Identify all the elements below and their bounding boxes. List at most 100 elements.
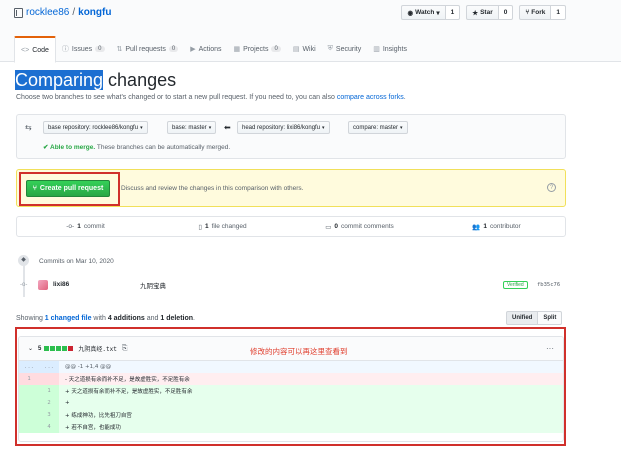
stat-contributors[interactable]: 👥 1 contributor <box>428 217 565 236</box>
tab-actions[interactable]: ▶ Actions <box>184 36 227 62</box>
page-title-rest: changes <box>103 70 177 90</box>
eye-icon: ◉ <box>407 9 414 17</box>
graph-icon: ▥ <box>373 46 380 53</box>
star-label: Star <box>480 9 493 16</box>
verified-badge[interactable]: Verified <box>503 280 528 289</box>
tab-count-badge: 0 <box>95 46 105 52</box>
people-icon: 👥 <box>472 223 481 231</box>
arrow-left-icon: ⬅ <box>224 123 231 132</box>
summary-deletions: 1 deletion <box>160 315 194 322</box>
summary-prefix: Showing <box>16 315 45 322</box>
tab-issues[interactable]: ⓘ Issues 0 <box>56 36 111 62</box>
tab-label: Security <box>335 45 362 53</box>
stat-label: commit <box>83 223 105 230</box>
split-view-button[interactable]: Split <box>538 311 563 325</box>
unified-view-button[interactable]: Unified <box>506 311 539 325</box>
shield-icon: ⛨ <box>327 45 333 52</box>
tab-label: Wiki <box>302 45 316 53</box>
tab-label: Projects <box>243 45 269 53</box>
git-commit-icon: ◆ <box>18 255 29 266</box>
compare-icon: ⇆ <box>25 123 32 132</box>
avatar[interactable] <box>38 279 48 290</box>
tab-insights[interactable]: ▥ Insights <box>367 36 413 62</box>
repo-icon <box>14 7 23 18</box>
summary-additions: 4 additions <box>107 315 145 322</box>
stat-files[interactable]: ▯ 1 file changed <box>154 217 291 236</box>
fork-button[interactable]: ⑂ Fork <box>519 5 552 20</box>
stat-count: 1 <box>483 223 487 230</box>
tab-code[interactable]: <> Code <box>14 36 56 63</box>
stat-commits[interactable]: -o- 1 commit <box>17 217 154 236</box>
commit-message[interactable]: 九阴宝典 <box>140 280 166 290</box>
page-subtitle: Choose two branches to see what's change… <box>16 94 406 101</box>
stat-label: contributor <box>490 223 521 230</box>
commit-sha[interactable]: fb35c76 <box>537 282 560 288</box>
star-count[interactable]: 0 <box>498 5 514 20</box>
watch-label: Watch <box>415 9 435 16</box>
repo-owner-link[interactable]: rocklee86 <box>26 7 69 18</box>
tab-projects[interactable]: ▦ Projects 0 <box>228 36 287 62</box>
commit-date: Commits on Mar 10, 2020 <box>39 258 114 265</box>
fork-count[interactable]: 1 <box>551 5 566 20</box>
summary-mid1: with <box>91 315 108 322</box>
subtitle-end: . <box>403 94 406 101</box>
merge-status: ✔ Able to merge. These branches can be a… <box>43 143 230 151</box>
subtitle-text: Choose two branches to see what's change… <box>16 94 337 101</box>
tab-security[interactable]: ⛨ Security <box>322 36 368 62</box>
diff-view-toggle: Unified Split <box>506 311 563 325</box>
repo-title: rocklee86 / kongfu <box>14 7 111 18</box>
fork-icon: ⑂ <box>525 9 530 16</box>
page-title: Comparing changes <box>15 70 176 91</box>
chevron-down-icon: ▾ <box>208 124 212 131</box>
stat-count: 1 <box>204 223 209 230</box>
base-repository-label: base repository: rocklee86/kongfu <box>48 124 139 131</box>
commit-row: lixi86 九阴宝典 Verified fb35c76 <box>37 278 567 291</box>
base-repository-select[interactable]: base repository: rocklee86/kongfu ▾ <box>43 121 148 134</box>
fork-action: ⑂ Fork 1 <box>519 5 566 20</box>
annotation-box-file <box>15 327 566 446</box>
tab-label: Insights <box>382 45 407 53</box>
merge-text: These branches can be automatically merg… <box>95 144 231 151</box>
summary-end: . <box>193 315 195 322</box>
head-repository-label: head repository: lixi86/kongfu <box>242 124 321 131</box>
tab-pull-requests[interactable]: ⇅ Pull requests 0 <box>111 36 185 62</box>
commit-author[interactable]: lixi86 <box>53 281 69 288</box>
commit-dot-icon: -o- <box>20 282 28 288</box>
repo-tabs: <> Code ⓘ Issues 0 ⇅ Pull requests 0 ▶ Actions… <box>14 36 413 63</box>
compare-stats: -o- 1 commit ▯ 1 file changed ▭ 0 commit co… <box>16 216 566 237</box>
compare-branch-select[interactable]: compare: master ▾ <box>348 121 408 134</box>
commit-icon: -o- <box>66 223 75 230</box>
annotation-box-button <box>19 172 120 206</box>
tab-wiki[interactable]: ▤ Wiki <box>287 36 322 62</box>
repo-actions: ◉ Watch ▾ 1 ★ Star 0 ⑂ Fork 1 <box>401 5 566 20</box>
tab-count-badge: 0 <box>271 46 281 52</box>
changed-files-link[interactable]: 1 changed file <box>45 315 92 322</box>
star-icon: ★ <box>472 9 479 17</box>
fork-label: Fork <box>531 9 546 16</box>
stat-label: file changed <box>211 223 247 230</box>
tab-count-badge: 0 <box>168 46 179 52</box>
stat-label: commit comments <box>341 223 394 230</box>
compare-across-forks-link[interactable]: compare across forks <box>337 94 404 101</box>
head-repository-select[interactable]: head repository: lixi86/kongfu ▾ <box>237 121 330 134</box>
base-branch-select[interactable]: base: master ▾ <box>167 121 217 134</box>
timeline-line <box>23 262 25 297</box>
compare-range-box: ⇆ base repository: rocklee86/kongfu ▾ bas… <box>16 114 566 159</box>
tab-label: Issues <box>71 45 93 53</box>
diff-summary: Showing 1 changed file with 4 additions … <box>16 315 195 322</box>
repo-header: rocklee86 / kongfu ◉ Watch ▾ 1 ★ Star 0 ⑂ Fo… <box>0 0 621 63</box>
watch-button[interactable]: ◉ Watch ▾ <box>401 5 446 20</box>
page-title-highlight: Comparing <box>15 70 104 90</box>
issue-icon: ⓘ <box>61 46 69 53</box>
chevron-down-icon: ▾ <box>140 124 143 131</box>
code-icon: <> <box>21 46 30 54</box>
help-icon[interactable]: ? <box>547 183 556 192</box>
file-diff-icon: ▯ <box>198 223 202 231</box>
play-icon: ▶ <box>190 46 196 53</box>
watch-action: ◉ Watch ▾ 1 <box>401 5 461 20</box>
star-button[interactable]: ★ Star <box>466 5 499 20</box>
repo-name-link[interactable]: kongfu <box>78 7 111 18</box>
base-branch-label: base: master <box>172 124 207 131</box>
stat-comments[interactable]: ▭ 0 commit comments <box>291 217 428 236</box>
watch-count[interactable]: 1 <box>445 5 461 20</box>
